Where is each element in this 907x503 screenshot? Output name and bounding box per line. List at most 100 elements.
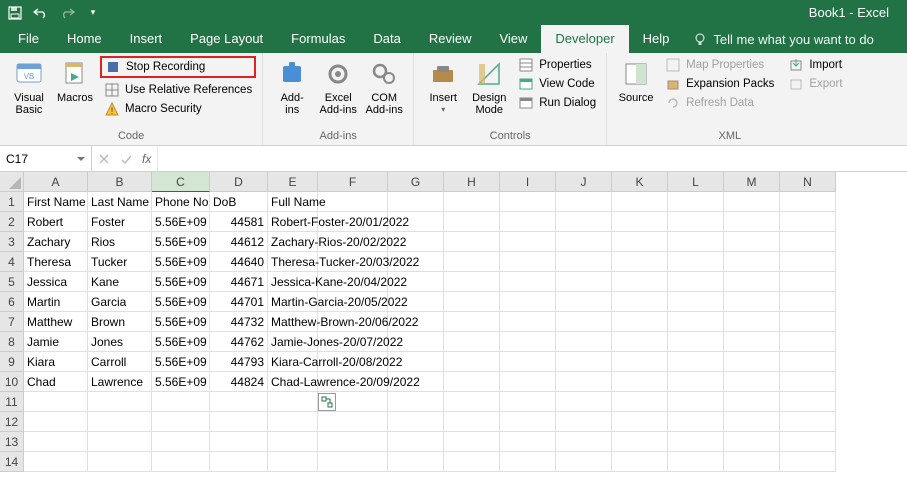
- cell-I4[interactable]: [500, 252, 556, 272]
- cell-J13[interactable]: [556, 432, 612, 452]
- cell-B3[interactable]: Rios: [88, 232, 152, 252]
- cell-C11[interactable]: [152, 392, 210, 412]
- col-header-A[interactable]: A: [24, 172, 88, 192]
- cell-I5[interactable]: [500, 272, 556, 292]
- cell-H11[interactable]: [444, 392, 500, 412]
- tell-me-search[interactable]: Tell me what you want to do: [693, 32, 873, 53]
- col-header-F[interactable]: F: [318, 172, 388, 192]
- cell-A12[interactable]: [24, 412, 88, 432]
- view-code-button[interactable]: View Code: [514, 75, 600, 93]
- cell-J14[interactable]: [556, 452, 612, 472]
- cell-J8[interactable]: [556, 332, 612, 352]
- cell-A8[interactable]: Jamie: [24, 332, 88, 352]
- cell-F12[interactable]: [318, 412, 388, 432]
- stop-recording-button[interactable]: Stop Recording: [100, 56, 256, 78]
- cell-J10[interactable]: [556, 372, 612, 392]
- cell-M6[interactable]: [724, 292, 780, 312]
- cell-D10[interactable]: 44824: [210, 372, 268, 392]
- cell-M12[interactable]: [724, 412, 780, 432]
- cell-E14[interactable]: [268, 452, 318, 472]
- cell-A1[interactable]: First Name: [24, 192, 88, 212]
- cell-N1[interactable]: [780, 192, 836, 212]
- cell-C10[interactable]: 5.56E+09: [152, 372, 210, 392]
- cell-K6[interactable]: [612, 292, 668, 312]
- cell-H9[interactable]: [444, 352, 500, 372]
- cell-H13[interactable]: [444, 432, 500, 452]
- cell-M9[interactable]: [724, 352, 780, 372]
- cell-I13[interactable]: [500, 432, 556, 452]
- row-header-8[interactable]: 8: [0, 332, 24, 352]
- cell-L10[interactable]: [668, 372, 724, 392]
- cell-A4[interactable]: Theresa: [24, 252, 88, 272]
- col-header-H[interactable]: H: [444, 172, 500, 192]
- addins-button[interactable]: Add- ins: [269, 56, 315, 129]
- cell-N14[interactable]: [780, 452, 836, 472]
- cell-B11[interactable]: [88, 392, 152, 412]
- tab-file[interactable]: File: [4, 25, 53, 53]
- row-header-3[interactable]: 3: [0, 232, 24, 252]
- select-all-corner[interactable]: [0, 172, 24, 192]
- cell-F1[interactable]: [318, 192, 388, 212]
- cell-F13[interactable]: [318, 432, 388, 452]
- cell-K12[interactable]: [612, 412, 668, 432]
- cell-A10[interactable]: Chad: [24, 372, 88, 392]
- cell-L13[interactable]: [668, 432, 724, 452]
- cell-D9[interactable]: 44793: [210, 352, 268, 372]
- cell-B7[interactable]: Brown: [88, 312, 152, 332]
- cell-D11[interactable]: [210, 392, 268, 412]
- tab-home[interactable]: Home: [53, 25, 116, 53]
- tab-insert[interactable]: Insert: [116, 25, 177, 53]
- cell-C6[interactable]: 5.56E+09: [152, 292, 210, 312]
- cell-J1[interactable]: [556, 192, 612, 212]
- cell-H10[interactable]: [444, 372, 500, 392]
- cell-H2[interactable]: [444, 212, 500, 232]
- autofill-options-icon[interactable]: [318, 393, 336, 411]
- cell-A11[interactable]: [24, 392, 88, 412]
- cell-K9[interactable]: [612, 352, 668, 372]
- cell-G1[interactable]: [388, 192, 444, 212]
- tab-review[interactable]: Review: [415, 25, 486, 53]
- cell-D13[interactable]: [210, 432, 268, 452]
- cell-M13[interactable]: [724, 432, 780, 452]
- qat-customize-icon[interactable]: ▾: [84, 4, 102, 22]
- cell-D14[interactable]: [210, 452, 268, 472]
- cell-M3[interactable]: [724, 232, 780, 252]
- tab-help[interactable]: Help: [629, 25, 684, 53]
- cell-M2[interactable]: [724, 212, 780, 232]
- cell-I6[interactable]: [500, 292, 556, 312]
- cell-M11[interactable]: [724, 392, 780, 412]
- cell-E10[interactable]: Chad-Lawrence-20/09/2022: [268, 372, 318, 392]
- cell-A14[interactable]: [24, 452, 88, 472]
- cell-A13[interactable]: [24, 432, 88, 452]
- cell-C8[interactable]: 5.56E+09: [152, 332, 210, 352]
- cell-C2[interactable]: 5.56E+09: [152, 212, 210, 232]
- cell-C13[interactable]: [152, 432, 210, 452]
- cell-H5[interactable]: [444, 272, 500, 292]
- row-header-1[interactable]: 1: [0, 192, 24, 212]
- undo-icon[interactable]: [32, 4, 50, 22]
- cell-H6[interactable]: [444, 292, 500, 312]
- cell-M5[interactable]: [724, 272, 780, 292]
- cell-N11[interactable]: [780, 392, 836, 412]
- row-header-2[interactable]: 2: [0, 212, 24, 232]
- row-header-14[interactable]: 14: [0, 452, 24, 472]
- cell-E11[interactable]: [268, 392, 318, 412]
- cell-K5[interactable]: [612, 272, 668, 292]
- cell-L12[interactable]: [668, 412, 724, 432]
- cell-B8[interactable]: Jones: [88, 332, 152, 352]
- cell-D8[interactable]: 44762: [210, 332, 268, 352]
- cell-K2[interactable]: [612, 212, 668, 232]
- cell-J5[interactable]: [556, 272, 612, 292]
- cell-B12[interactable]: [88, 412, 152, 432]
- cell-I3[interactable]: [500, 232, 556, 252]
- cell-M7[interactable]: [724, 312, 780, 332]
- cell-E5[interactable]: Jessica-Kane-20/04/2022: [268, 272, 318, 292]
- cell-L8[interactable]: [668, 332, 724, 352]
- cell-E1[interactable]: Full Name: [268, 192, 318, 212]
- cell-G11[interactable]: [388, 392, 444, 412]
- cell-B2[interactable]: Foster: [88, 212, 152, 232]
- cell-I9[interactable]: [500, 352, 556, 372]
- cell-D1[interactable]: DoB: [210, 192, 268, 212]
- cell-L3[interactable]: [668, 232, 724, 252]
- cell-L11[interactable]: [668, 392, 724, 412]
